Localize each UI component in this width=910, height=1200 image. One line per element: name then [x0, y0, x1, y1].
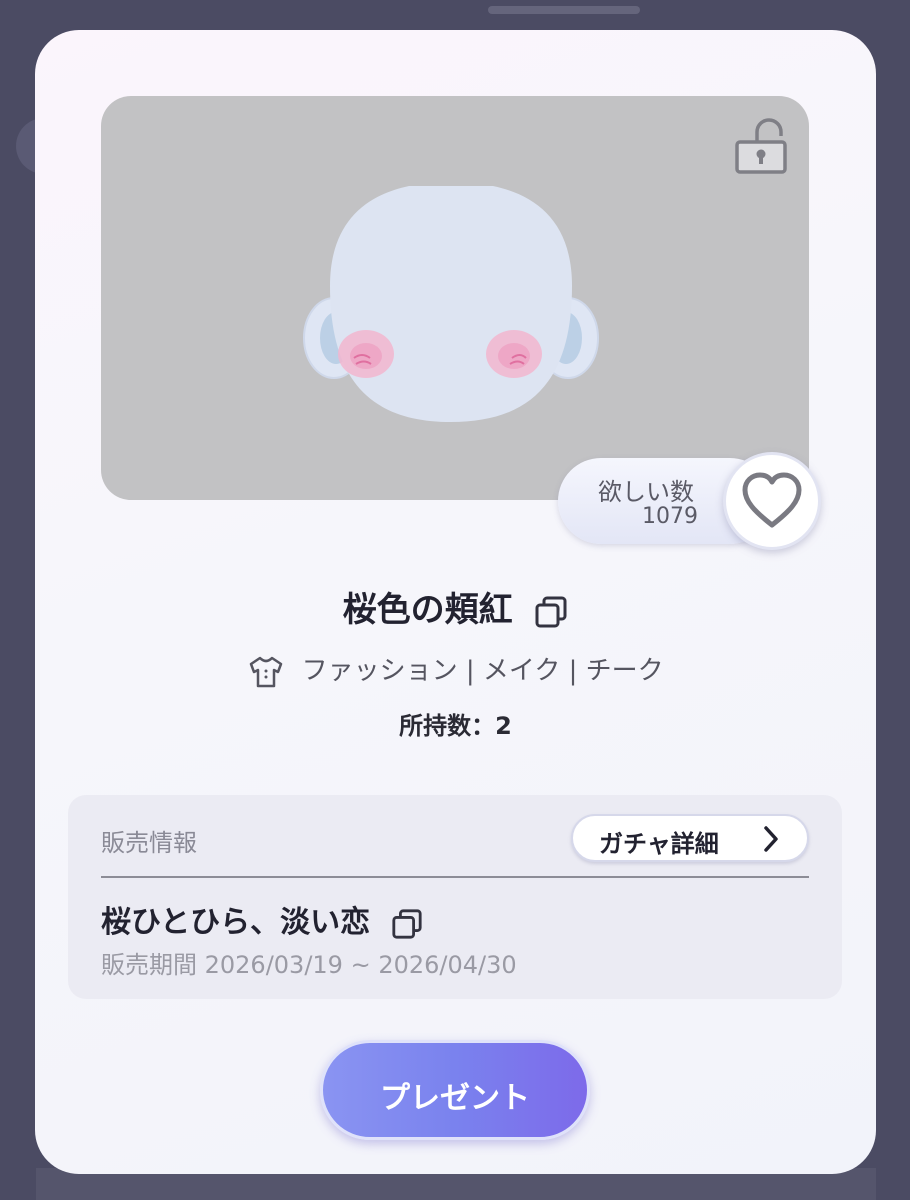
sale-period: 販売期間 2026/03/19 ~ 2026/04/30 — [101, 951, 517, 979]
item-detail-modal: 欲しい数 1079 桜色の頬紅 ファッション | メイク | チーク 所持数：2… — [35, 30, 876, 1174]
copy-icon[interactable] — [534, 595, 568, 629]
shirt-icon — [250, 656, 283, 687]
wish-button[interactable] — [723, 452, 821, 550]
category-breadcrumb: ファッション | メイク | チーク — [35, 650, 876, 689]
backdrop-handle — [488, 6, 640, 14]
gacha-name-row: 桜ひとひら、淡い恋 — [101, 897, 423, 941]
gacha-detail-button[interactable]: ガチャ詳細 — [571, 814, 809, 862]
wish-count: 1079 — [642, 504, 698, 529]
face-illustration — [303, 186, 599, 422]
chevron-right-icon — [764, 826, 778, 852]
heart-outline-icon — [742, 472, 802, 528]
sales-info-panel: 販売情報 ガチャ詳細 桜ひとひら、淡い恋 販売期間 2026/03/19 ~ 2… — [68, 795, 842, 999]
owned-count: 所持数：2 — [399, 712, 512, 740]
item-title-row: 桜色の頬紅 — [35, 582, 876, 631]
item-title: 桜色の頬紅 — [342, 590, 513, 630]
present-label: プレゼント — [380, 1081, 530, 1116]
sales-info-label: 販売情報 — [101, 829, 197, 857]
copy-icon[interactable] — [391, 908, 423, 940]
divider — [101, 876, 809, 878]
unlocked-padlock-icon[interactable] — [733, 116, 789, 176]
gacha-detail-label: ガチャ詳細 — [599, 830, 719, 858]
present-button[interactable]: プレゼント — [320, 1040, 590, 1140]
category-text: ファッション | メイク | チーク — [301, 656, 664, 686]
wish-label: 欲しい数 — [598, 478, 694, 506]
gacha-name: 桜ひとひら、淡い恋 — [101, 905, 371, 940]
item-preview — [101, 96, 809, 500]
